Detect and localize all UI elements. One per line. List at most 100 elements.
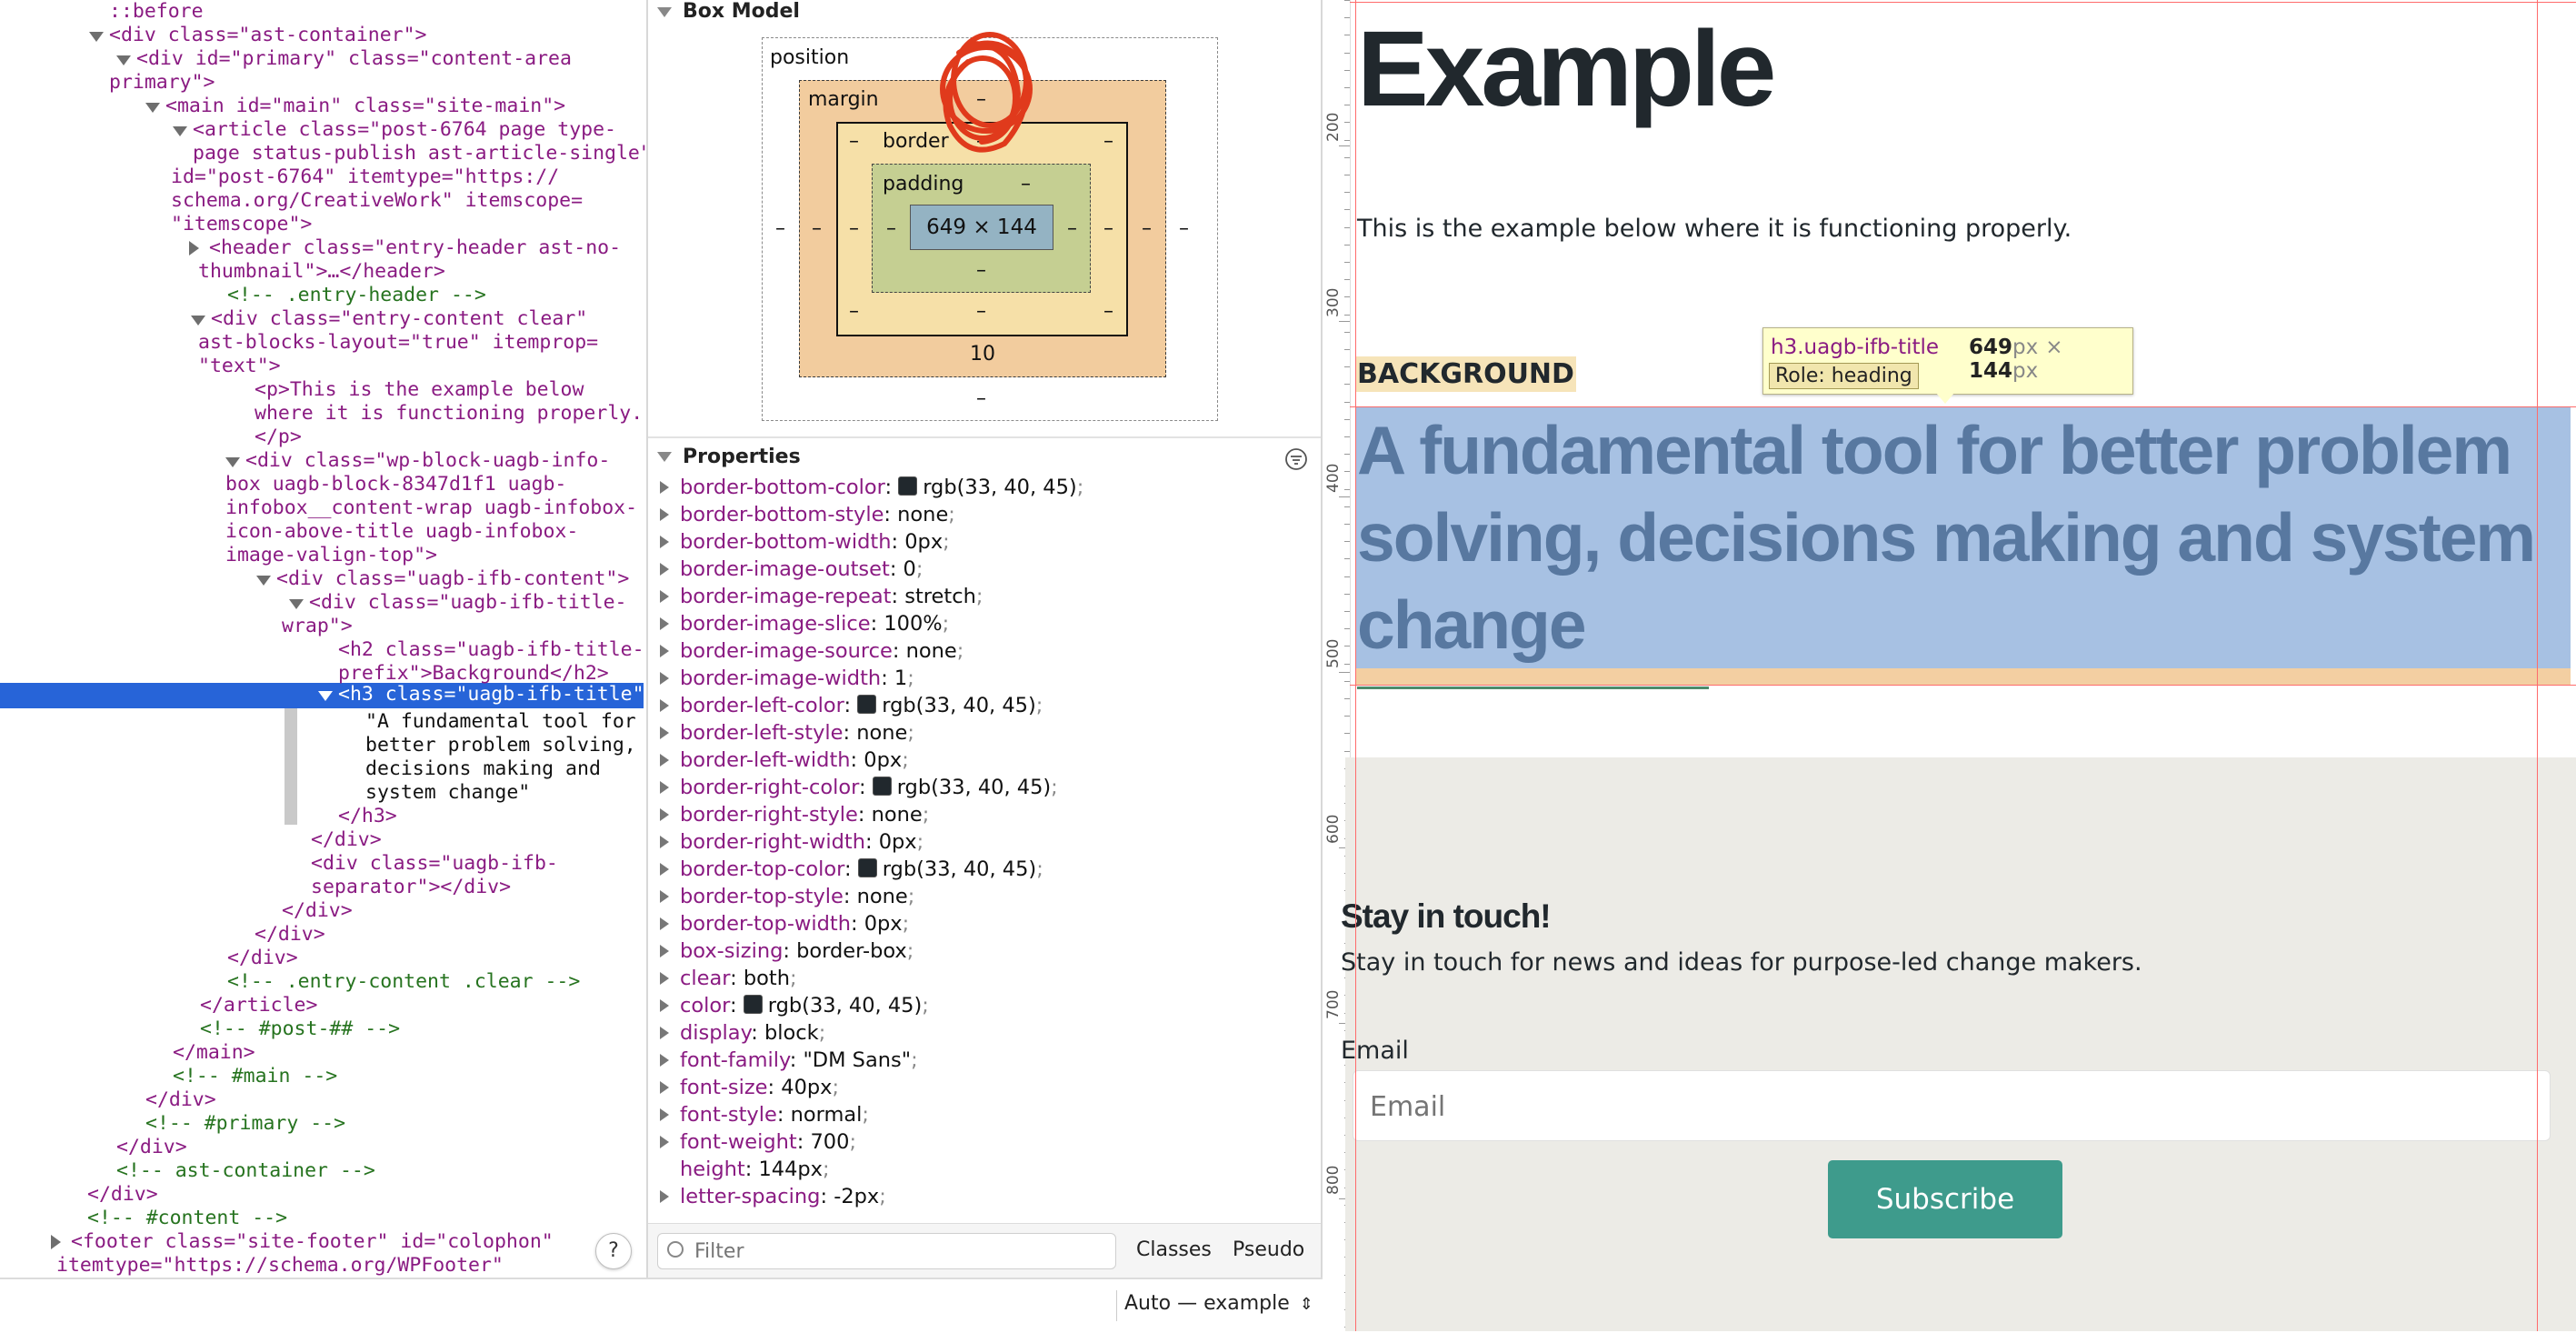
expand-property-icon[interactable] xyxy=(660,754,669,767)
dom-node-line[interactable]: <div class="entry-content clear" xyxy=(211,307,587,331)
dom-node-line[interactable]: </div> xyxy=(145,1088,216,1112)
dom-node-line[interactable]: </div> xyxy=(311,828,382,852)
dom-node-line[interactable]: primary"> xyxy=(109,71,215,95)
expand-property-icon[interactable] xyxy=(660,1027,669,1039)
css-property-row[interactable]: font-family: "DM Sans"; xyxy=(660,1047,918,1074)
expand-property-icon[interactable] xyxy=(660,1054,669,1067)
box-model-collapse-icon[interactable] xyxy=(657,7,672,17)
expand-property-icon[interactable] xyxy=(660,563,669,576)
expand-property-icon[interactable] xyxy=(660,836,669,848)
color-swatch-icon[interactable] xyxy=(898,476,918,496)
disclosure-collapsed-icon[interactable] xyxy=(189,241,199,256)
css-property-row[interactable]: display: block; xyxy=(660,1019,825,1047)
border-right-value[interactable]: – xyxy=(1103,217,1113,240)
dom-node-line[interactable]: <!-- #main --> xyxy=(173,1065,337,1088)
css-property-row[interactable]: border-image-source: none; xyxy=(660,637,964,665)
dom-node-line[interactable]: infobox__content-wrap uagb-infobox- xyxy=(225,496,637,520)
position-left-value[interactable]: – xyxy=(775,217,785,240)
css-property-row[interactable]: box-sizing: border-box; xyxy=(660,937,914,965)
padding-bottom-value[interactable]: – xyxy=(976,259,986,282)
subscribe-button[interactable]: Subscribe xyxy=(1828,1160,2062,1238)
dom-node-line[interactable]: <!-- .entry-content .clear --> xyxy=(227,970,580,994)
css-property-row[interactable]: border-left-width: 0px; xyxy=(660,747,909,774)
filter-options-icon[interactable] xyxy=(1284,447,1308,471)
css-property-row[interactable]: border-top-style: none; xyxy=(660,883,914,910)
css-property-row[interactable]: border-right-width: 0px; xyxy=(660,828,924,856)
disclosure-expanded-icon[interactable] xyxy=(289,599,304,609)
classes-button[interactable]: Classes xyxy=(1136,1238,1212,1261)
disclosure-collapsed-icon[interactable] xyxy=(51,1235,61,1249)
expand-property-icon[interactable] xyxy=(660,781,669,794)
css-property-row[interactable]: border-right-style: none; xyxy=(660,801,929,828)
email-input[interactable] xyxy=(1368,1087,2535,1126)
dom-node-line[interactable]: schema.org/CreativeWork" itemscope= xyxy=(171,189,583,213)
padding-left-value[interactable]: – xyxy=(886,217,896,240)
expand-property-icon[interactable] xyxy=(660,508,669,521)
expand-property-icon[interactable] xyxy=(660,590,669,603)
dom-node-line[interactable]: <h2 class="uagb-ifb-title- xyxy=(338,638,644,662)
expand-property-icon[interactable] xyxy=(660,481,669,494)
css-property-row[interactable]: color: rgb(33, 40, 45); xyxy=(660,992,929,1019)
dom-node-line[interactable]: <article class="post-6764 page type- xyxy=(193,118,616,142)
dom-node-line[interactable]: <div class="wp-block-uagb-info- xyxy=(245,449,610,473)
dom-tree-panel[interactable]: <h3 class="uagb-ifb-title"> ::before <div… xyxy=(0,0,647,1278)
border-bottom-value[interactable]: – xyxy=(976,300,986,323)
css-property-row[interactable]: border-bottom-color: rgb(33, 40, 45); xyxy=(660,474,1083,501)
expand-property-icon[interactable] xyxy=(660,617,669,630)
expand-property-icon[interactable] xyxy=(660,890,669,903)
dom-node-line[interactable]: <footer class="site-footer" id="colophon… xyxy=(71,1230,554,1254)
dom-node-line[interactable]: <!-- .entry-header --> xyxy=(227,284,486,307)
css-property-row[interactable]: border-bottom-width: 0px; xyxy=(660,528,950,556)
dom-node-line[interactable]: icon-above-title uagb-infobox- xyxy=(225,520,578,544)
dom-node-line[interactable]: <main id="main" class="site-main"> xyxy=(165,95,565,118)
dom-node-line[interactable]: </div> xyxy=(282,899,353,923)
filter-input[interactable] xyxy=(693,1238,1096,1265)
dom-node-line[interactable]: thumbnail">…</header> xyxy=(198,260,445,284)
dom-node-line[interactable]: <header class="entry-header ast-no- xyxy=(209,236,621,260)
dom-node-line[interactable]: <!-- #post-## --> xyxy=(200,1017,400,1041)
css-property-row[interactable]: font-style: normal; xyxy=(660,1101,869,1128)
dom-node-line[interactable]: prefix">Background</h2> xyxy=(338,662,609,686)
dom-node-line[interactable]: where it is functioning properly. xyxy=(255,402,643,426)
css-property-row[interactable]: border-left-style: none; xyxy=(660,719,914,747)
disclosure-expanded-icon[interactable] xyxy=(191,316,205,326)
expand-property-icon[interactable] xyxy=(660,1136,669,1148)
page-preview[interactable]: 200 300 400 500 600 700 800 Example This is th… xyxy=(1323,0,2576,1331)
color-swatch-icon[interactable] xyxy=(743,995,763,1014)
box-model-header[interactable]: Box Model xyxy=(683,0,800,23)
css-property-row[interactable]: clear: both; xyxy=(660,965,797,992)
css-property-row[interactable]: border-top-color: rgb(33, 40, 45); xyxy=(660,856,1043,883)
dom-node-line[interactable]: better problem solving, xyxy=(365,734,636,757)
disclosure-expanded-icon[interactable] xyxy=(116,55,131,65)
expand-property-icon[interactable] xyxy=(660,699,669,712)
dom-node-line[interactable]: "itemscope"> xyxy=(171,213,312,236)
css-property-row[interactable]: border-image-outset: 0; xyxy=(660,556,923,583)
properties-header[interactable]: Properties xyxy=(683,446,801,468)
dom-node-line[interactable]: <!-- ast-container --> xyxy=(116,1159,375,1183)
appearance-mode-select[interactable]: Auto — example ⇕ xyxy=(1124,1292,1313,1315)
help-button[interactable]: ? xyxy=(595,1233,632,1269)
margin-right-value[interactable]: – xyxy=(1142,217,1152,240)
position-bottom-value[interactable]: – xyxy=(976,387,986,410)
dom-node-line[interactable]: separator"></div> xyxy=(311,876,511,899)
dom-node-line[interactable]: itemtype="https://schema.org/WPFooter" xyxy=(56,1254,504,1278)
css-property-row[interactable]: border-image-slice: 100%; xyxy=(660,610,949,637)
expand-property-icon[interactable] xyxy=(660,999,669,1012)
disclosure-expanded-icon[interactable] xyxy=(318,691,333,701)
css-property-row[interactable]: border-bottom-style: none; xyxy=(660,501,955,528)
css-property-row[interactable]: letter-spacing: -2px; xyxy=(660,1183,886,1210)
expand-property-icon[interactable] xyxy=(660,727,669,739)
padding-right-value[interactable]: – xyxy=(1067,217,1077,240)
dom-node-line[interactable]: "A fundamental tool for xyxy=(365,710,636,734)
dom-node-line[interactable]: <div class="uagb-ifb-content"> xyxy=(276,567,629,591)
dom-node-line[interactable]: wrap"> xyxy=(282,615,353,638)
pseudo-button[interactable]: Pseudo xyxy=(1233,1238,1304,1261)
dom-node-line[interactable]: id="post-6764" itemtype="https:// xyxy=(171,165,559,189)
css-property-row[interactable]: border-left-color: rgb(33, 40, 45); xyxy=(660,692,1043,719)
disclosure-expanded-icon[interactable] xyxy=(89,32,104,42)
dom-node-line[interactable]: <!-- #primary --> xyxy=(145,1112,345,1136)
dom-node-line[interactable]: <!-- #content --> xyxy=(87,1207,287,1230)
css-property-row[interactable]: font-weight: 700; xyxy=(660,1128,856,1156)
dom-node-line[interactable]: decisions making and xyxy=(365,757,601,781)
expand-property-icon[interactable] xyxy=(660,945,669,957)
